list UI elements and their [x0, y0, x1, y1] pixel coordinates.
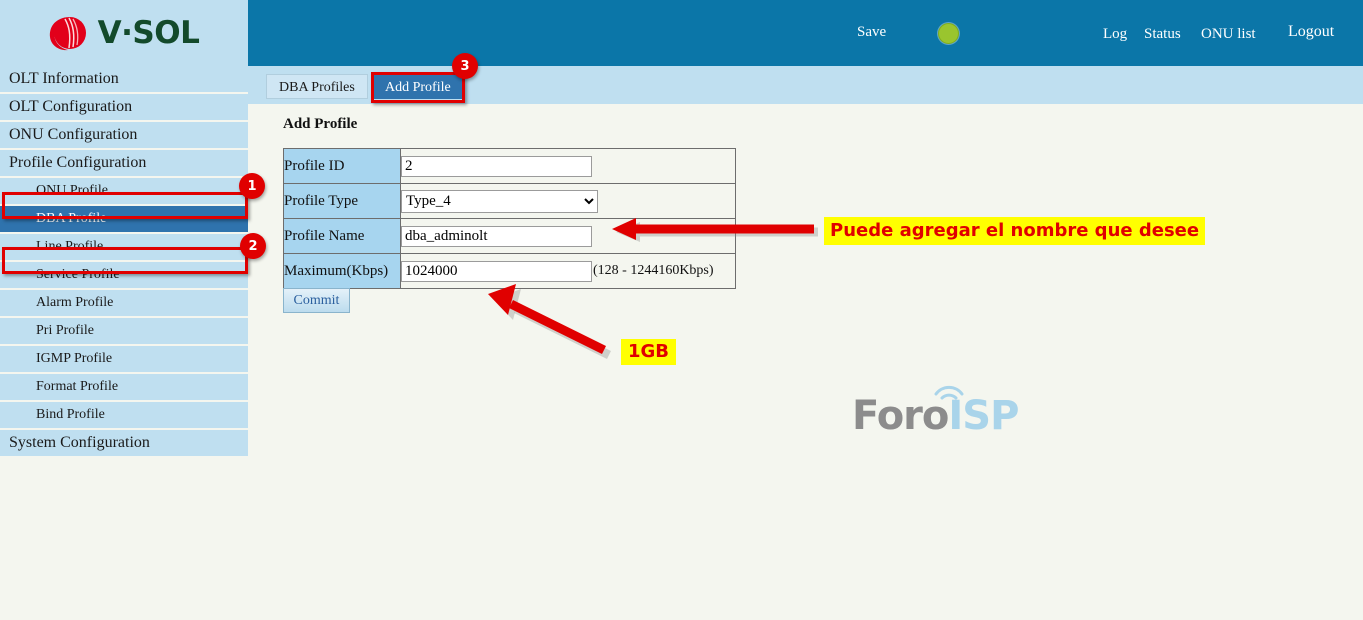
wifi-wave-icon: [934, 385, 964, 400]
table-row: Profile Name: [283, 218, 736, 254]
sidebar-item-olt-configuration[interactable]: OLT Configuration: [0, 94, 248, 120]
sidebar-item-olt-information[interactable]: OLT Information: [0, 66, 248, 92]
sidebar-nav: OLT Information OLT Configuration ONU Conf…: [0, 66, 248, 620]
sidebar-item-profile-configuration[interactable]: Profile Configuration: [0, 150, 248, 176]
cell-profile-id: [400, 148, 736, 184]
brand-logo-panel: V·SOL: [0, 0, 248, 66]
sidebar-item-onu-profile[interactable]: ONU Profile: [0, 178, 248, 204]
maximum-kbps-input[interactable]: [401, 260, 592, 282]
vsol-logo-icon: [49, 17, 86, 51]
sidebar-item-service-profile[interactable]: Service Profile: [0, 262, 248, 288]
sidebar-item-line-profile[interactable]: Line Profile: [0, 234, 248, 260]
add-profile-form: Profile ID Profile Type Type_1Type_2Type…: [283, 148, 736, 289]
page-title: Add Profile: [283, 116, 358, 132]
profile-id-input[interactable]: [401, 155, 592, 177]
table-row: Profile ID: [283, 148, 736, 184]
foroisp-watermark: ForoISP: [852, 385, 1019, 436]
tab-dba-profiles[interactable]: DBA Profiles: [266, 74, 368, 99]
header-right-region: Save Log Status ONU list Logout: [248, 0, 1363, 66]
label-profile-name: Profile Name: [283, 218, 401, 254]
cell-profile-name: [400, 218, 736, 254]
maximum-kbps-range-hint: (128 - 1244160Kbps): [593, 263, 714, 279]
table-row: Maximum(Kbps) (128 - 1244160Kbps): [283, 253, 736, 289]
main-content: Add Profile Profile ID Profile Type Type…: [248, 104, 1363, 620]
sidebar-item-system-configuration[interactable]: System Configuration: [0, 430, 248, 456]
brand-name: V·SOL: [97, 14, 200, 51]
cell-profile-type: Type_1Type_2Type_3Type_4Type_5: [400, 183, 736, 219]
sidebar-item-format-profile[interactable]: Format Profile: [0, 374, 248, 400]
sidebar-item-igmp-profile[interactable]: IGMP Profile: [0, 346, 248, 372]
label-profile-id: Profile ID: [283, 148, 401, 184]
status-link[interactable]: Status: [1144, 26, 1181, 43]
label-profile-type: Profile Type: [283, 183, 401, 219]
profile-type-select[interactable]: Type_1Type_2Type_3Type_4Type_5: [401, 189, 598, 213]
commit-button[interactable]: Commit: [283, 288, 350, 313]
sidebar-item-onu-configuration[interactable]: ONU Configuration: [0, 122, 248, 148]
top-header-bar: V·SOL Save Log Status ONU list Logout: [0, 0, 1363, 66]
sidebar-item-alarm-profile[interactable]: Alarm Profile: [0, 290, 248, 316]
logout-link[interactable]: Logout: [1288, 23, 1334, 41]
save-button[interactable]: Save: [857, 24, 886, 41]
sidebar-item-dba-profile[interactable]: DBA Profile: [0, 206, 248, 232]
cell-maximum-kbps: (128 - 1244160Kbps): [400, 253, 736, 289]
tab-bar: DBA Profiles Add Profile: [248, 66, 1363, 104]
status-indicator-green-icon: [938, 23, 959, 44]
profile-name-input[interactable]: [401, 225, 592, 247]
sidebar-item-pri-profile[interactable]: Pri Profile: [0, 318, 248, 344]
log-link[interactable]: Log: [1103, 26, 1127, 43]
label-maximum-kbps: Maximum(Kbps): [283, 253, 401, 289]
onu-list-link[interactable]: ONU list: [1201, 26, 1256, 43]
table-row: Profile Type Type_1Type_2Type_3Type_4Typ…: [283, 183, 736, 219]
sidebar-item-bind-profile[interactable]: Bind Profile: [0, 402, 248, 428]
tab-add-profile[interactable]: Add Profile: [372, 74, 464, 99]
